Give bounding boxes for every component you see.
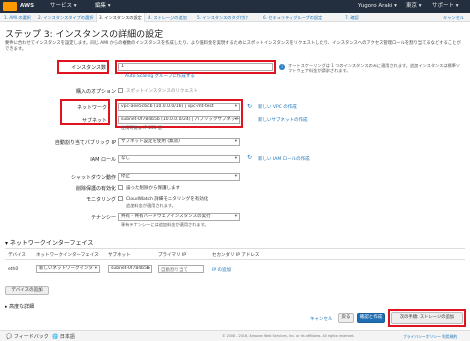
footer: 💬 フィードバック 🌐 日本語 © 2008 - 2016, Amazon We… [0,330,470,341]
row-subnet-select[interactable]: subnet-0f784b5b [108,265,152,273]
add-ip-link[interactable]: IP の追加 [212,267,231,273]
top-navigation-bar: AWS サービス ▾ 編集 ▾ Yugoro Araki ▾ 東京 ▾ サポート… [0,0,470,13]
region-menu[interactable]: 東京 ▾ [406,0,422,13]
tenancy-hint: 専有テナンシーには追加料金が適用されます。 [121,222,209,227]
spot-checkbox-label: スポットインスタンスのリクエスト [126,89,198,94]
network-label: ネットワーク [76,105,107,111]
review-launch-button[interactable]: 確認と作成 [357,313,385,323]
spot-checkbox[interactable] [118,88,123,93]
instance-count-input[interactable]: 1 [118,63,273,71]
divider [5,259,465,260]
instance-count-label: インスタンス数 [71,65,106,71]
subnet-available-ips: 使用可能な IP 251 個 [121,125,162,130]
subnet-select[interactable]: subnet-0f784b5b (10.0.0.0/24) | パブリックサブネ… [118,116,240,124]
purchase-option-label: 購入のオプション [75,89,116,95]
step-ami[interactable]: 1. AMI の選択 [4,13,31,22]
page-title: ステップ 3: インスタンスの詳細の設定 [5,30,164,40]
back-button[interactable]: 戻る [338,313,354,323]
public-ip-select[interactable]: サブネット設定を使用 (無効) [118,138,240,146]
refresh-icon[interactable]: ↻ [247,103,252,110]
divider [5,248,465,249]
edit-menu[interactable]: 編集 ▾ [95,0,111,13]
wizard-cancel-link[interactable]: キャンセル [443,13,464,22]
shutdown-behavior-label: シャットダウン動作 [70,175,116,181]
privacy-link[interactable]: プライバシーポリシー [403,334,441,340]
termination-protection-checkbox[interactable] [118,185,123,190]
col-secondary-ip: セカンダリ IP アドレス [212,253,260,258]
row-interface-select[interactable]: 新しいネットワークインタ [36,265,100,273]
termination-protection-label: 削除保護の有効化 [75,186,116,192]
col-primary-ip: プライマリ IP [158,253,186,258]
monitoring-checkbox[interactable] [118,196,123,201]
page-description: 要件に合わせてインスタンスを設定します。同じ AMI からの複数のインスタンスを… [5,41,461,52]
tenancy-label: テナンシー [90,215,116,221]
advanced-details-toggle[interactable]: ▸ 高度な詳細 [5,303,34,310]
create-subnet-link[interactable]: 新しいサブネットの作成 [258,117,308,123]
advanced-details-title: 高度な詳細 [9,304,35,310]
step-configure: 3. インスタンスの設定 [96,13,145,22]
step-review[interactable]: 7. 確認 [345,13,359,22]
step-security-group[interactable]: 6. セキュリティグループの設定 [263,13,322,22]
cancel-button[interactable]: キャンセル [310,316,333,322]
monitoring-text: CloudWatch 詳細モニタリングを有効化 [126,197,209,202]
info-icon[interactable]: i [279,64,285,70]
step-storage[interactable]: 4. ストレージの追加 [148,13,187,22]
primary-ip-input[interactable] [158,265,204,273]
subnet-label: サブネット [81,118,107,124]
termination-protection-text: 誤った削除から保護します [126,186,180,191]
step-tags[interactable]: 5. インスタンスのタグ付け [197,13,248,22]
terms-link[interactable]: 利用規約 [442,334,457,340]
next-storage-button[interactable]: 次の手順: ストレージの追加 [391,312,463,324]
network-interfaces-toggle[interactable]: ▾ ネットワークインターフェイス [5,238,93,247]
create-iam-role-link[interactable]: 新しい IAM ロールの作成 [258,156,310,162]
network-select[interactable]: vpc-aee5cbcb (10.0.0.0/16) | vpc-mt-test [118,103,240,111]
refresh-icon[interactable]: ↻ [247,154,252,161]
col-subnet: サブネット [108,253,131,258]
monitoring-label: モニタリング [85,197,116,203]
iam-role-label: IAM ロール [90,157,116,163]
col-device: デバイス [8,253,26,258]
copyright-text: © 2008 - 2016, Amazon Web Services, Inc.… [222,334,355,338]
brand-label[interactable]: AWS [20,0,34,13]
step-instance-type[interactable]: 2. インスタンスタイプの選択 [38,13,93,22]
row-device: eth0 [8,267,19,272]
aws-logo-icon[interactable] [3,2,17,11]
network-interfaces-title: ネットワークインターフェイス [9,240,94,247]
shutdown-behavior-select[interactable]: 停止 [118,173,240,181]
public-ip-label: 自動割り当てパブリック IP [54,140,116,146]
autoscale-link[interactable]: Auto Scaling グループに作成する [125,73,195,79]
support-menu[interactable]: サポート ▾ [432,0,459,13]
add-device-button[interactable]: デバイスの追加 [5,286,49,295]
wizard-steps: 1. AMI の選択 2. インスタンスタイプの選択 3. インスタンスの設定 … [0,13,470,22]
col-interface: ネットワークインターフェイス [36,253,99,258]
monitoring-hint: 追加料金が適用されます。 [126,203,176,208]
feedback-link[interactable]: 💬 フィードバック [6,333,49,340]
user-menu[interactable]: Yugoro Araki ▾ [358,0,397,13]
iam-role-select[interactable]: なし [118,155,240,163]
services-menu[interactable]: サービス ▾ [50,0,77,13]
language-selector[interactable]: 🌐 日本語 [52,333,75,340]
tenancy-select[interactable]: 共有 - 共有ハードウェアインスタンスの実行 [118,213,240,221]
instance-count-hint: オートスケーリングは 1 つのインスタンスのみに適用されます。追加インスタンスは… [288,63,461,73]
create-vpc-link[interactable]: 新しい VPC の作成 [258,104,297,110]
